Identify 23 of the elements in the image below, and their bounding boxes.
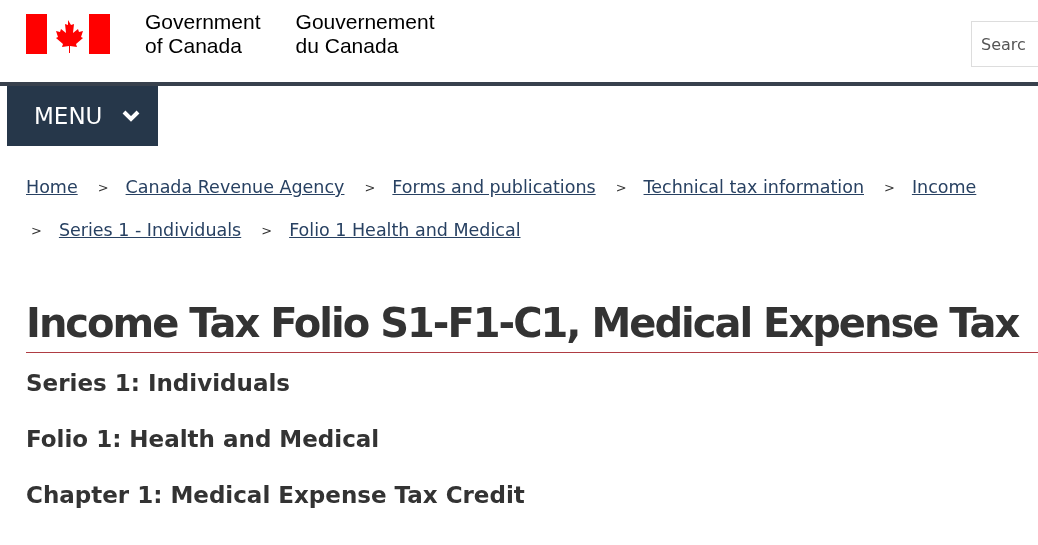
breadcrumb-link[interactable]: Income	[911, 174, 977, 201]
chevron-icon	[122, 110, 141, 122]
government-signature: Gouvernement du Canada	[295, 10, 435, 58]
government-signature: Government of Canada	[145, 10, 261, 58]
breadcrumb-link[interactable]: Series 1 - Individuals	[58, 217, 242, 244]
breadcrumb-link[interactable]: Canada Revenue Agency	[125, 174, 345, 201]
canada-flag-icon	[26, 14, 110, 54]
breadcrumb-separator: >	[615, 179, 627, 197]
breadcrumb-link[interactable]: Forms and publications	[392, 174, 596, 201]
breadcrumb-separator: >	[261, 222, 273, 240]
breadcrumb-link[interactable]: Home	[26, 174, 78, 201]
breadcrumb-separator: >	[97, 179, 109, 197]
search-field[interactable]: Searc	[971, 21, 1038, 67]
breadcrumb-separator: >	[31, 222, 42, 240]
section-heading: Folio 1: Health and Medical	[26, 426, 381, 453]
section-heading: Series 1: Individuals	[26, 370, 291, 397]
menu-button[interactable]: MENU	[7, 86, 159, 146]
breadcrumb-separator: >	[884, 179, 895, 197]
breadcrumb-link[interactable]: Folio 1 Health and Medical	[289, 217, 521, 244]
breadcrumb-link[interactable]: Technical tax information	[643, 174, 864, 201]
breadcrumb-separator: >	[364, 179, 376, 197]
section-heading: Chapter 1: Medical Expense Tax Credit	[26, 482, 526, 509]
page-title: Income Tax Folio S1-F1-C1, Medical Expense Tax	[26, 300, 1038, 353]
